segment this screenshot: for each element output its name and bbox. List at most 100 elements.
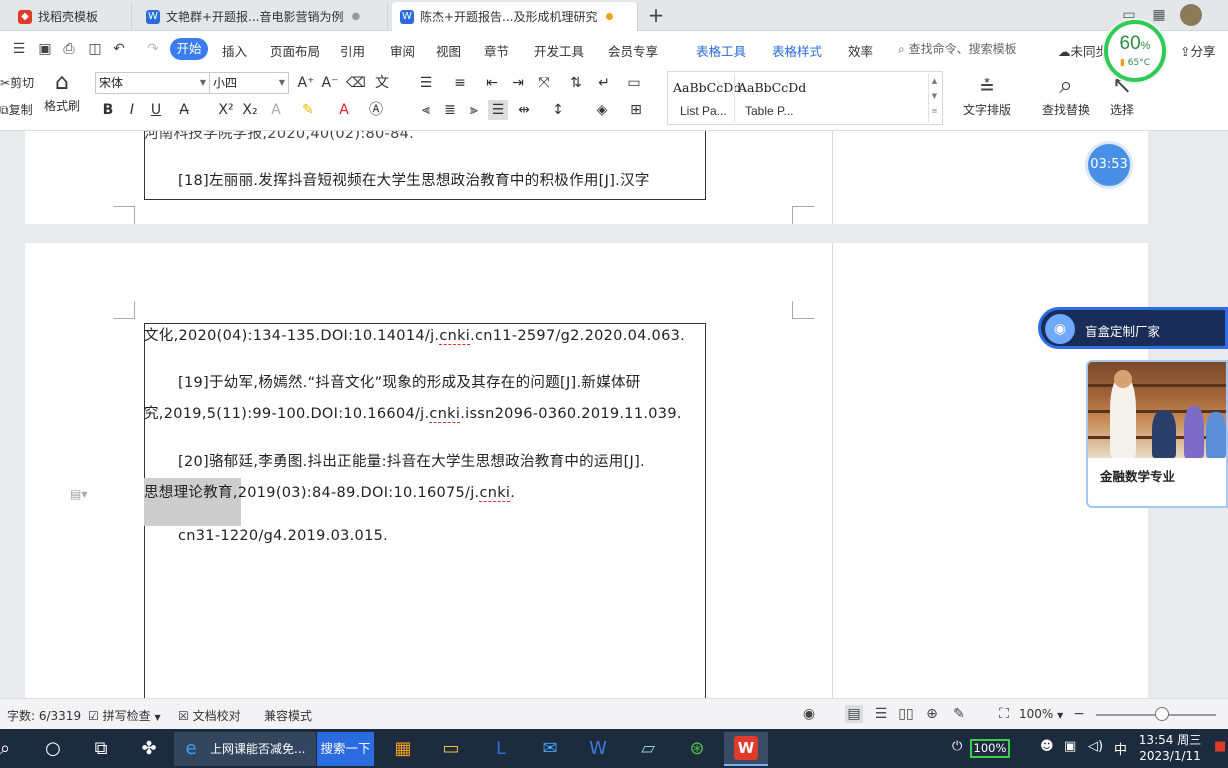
taskbar-wps-window[interactable]: W xyxy=(724,732,768,766)
save-icon[interactable]: ▣ xyxy=(36,40,54,58)
font-shrink-icon[interactable]: A⁻ xyxy=(320,73,340,93)
print-icon[interactable]: ⎙ xyxy=(60,40,78,58)
strikethrough-icon[interactable]: A̶ xyxy=(174,100,194,120)
word-count[interactable]: 字数: 6/3319 xyxy=(7,707,81,724)
clear-format-icon[interactable]: ⌫ xyxy=(346,73,366,93)
font-name-select[interactable]: 宋体 ▼ xyxy=(95,72,210,94)
menu-insert[interactable]: 插入 xyxy=(222,41,247,60)
battery-indicator[interactable]: 100% xyxy=(970,739,1010,758)
show-marks-icon[interactable]: ↵ xyxy=(594,73,614,93)
sync-status[interactable]: ☁未同步 xyxy=(1058,41,1108,60)
taskbar-search-button[interactable]: 搜索一下 xyxy=(317,732,374,766)
word-icon[interactable]: W xyxy=(585,736,611,762)
new-tab-button[interactable]: + xyxy=(644,5,668,27)
undo-icon[interactable]: ↶ xyxy=(110,40,128,58)
task-view-icon[interactable]: ⧉ xyxy=(88,736,114,762)
italic-icon[interactable]: I xyxy=(122,100,142,120)
app-l-icon[interactable]: L xyxy=(488,736,514,762)
reading-view-icon[interactable]: ▯▯ xyxy=(897,705,915,723)
close-icon[interactable]: ● xyxy=(352,11,361,22)
font-color-icon[interactable]: A xyxy=(334,100,354,120)
search-icon[interactable]: ⌕ xyxy=(0,736,18,762)
tray-network-icon[interactable]: ▣ xyxy=(1064,739,1076,754)
text-layout-button[interactable]: ⩮ 文字排版 xyxy=(958,69,1016,118)
style-table-paragraph[interactable]: AaBbCcDd Table P... xyxy=(734,74,806,122)
browser-360-icon[interactable]: ⊛ xyxy=(684,736,710,762)
font-grow-icon[interactable]: A⁺ xyxy=(296,73,316,93)
document-canvas[interactable]: 河南科技学院学报,2020,40(02):80-84. [18]左丽丽.发挥抖音… xyxy=(0,131,1228,698)
command-search[interactable]: ⌕ 查找命令、搜索模板 xyxy=(898,40,1017,57)
zoom-out-icon[interactable]: − xyxy=(1070,705,1088,723)
power-plug-icon[interactable]: ⏻ xyxy=(952,739,962,754)
align-left-icon[interactable]: ⫷ xyxy=(416,100,436,120)
menu-page-layout[interactable]: 页面布局 xyxy=(270,41,320,60)
cut-button[interactable]: ✂剪切 xyxy=(0,74,34,91)
menu-review[interactable]: 审阅 xyxy=(390,41,415,60)
fit-page-icon[interactable]: ⛶ xyxy=(995,705,1013,723)
menu-chapter[interactable]: 章节 xyxy=(484,41,509,60)
superscript-icon[interactable]: X² xyxy=(216,100,236,120)
line-spacing-icon[interactable]: ↕ xyxy=(548,100,568,120)
apps-grid-icon[interactable]: ▦ xyxy=(1150,6,1168,24)
menu-view[interactable]: 视图 xyxy=(436,41,461,60)
style-list-paragraph[interactable]: AaBbCcDd List Pa... xyxy=(670,74,741,122)
cortana-icon[interactable]: ○ xyxy=(40,736,66,762)
doc-proof-button[interactable]: ☒ 文档校对 xyxy=(178,707,241,724)
decrease-indent-icon[interactable]: ⇤ xyxy=(482,73,502,93)
menu-table-tools[interactable]: 表格工具 xyxy=(696,41,746,60)
ruler-icon[interactable]: ▭ xyxy=(624,73,644,93)
shading-icon[interactable]: ◈ xyxy=(592,100,612,120)
web-view-icon[interactable]: ⊕ xyxy=(923,705,941,723)
paragraph-handle-icon[interactable]: ▤▾ xyxy=(70,487,87,501)
ad-card[interactable]: 金融数学专业 xyxy=(1086,360,1228,508)
pen-icon[interactable]: ✎ xyxy=(950,705,968,723)
tab-docer-templates[interactable]: ◆ 找稻壳模板 xyxy=(10,2,132,31)
tray-bear-icon[interactable]: ☻ xyxy=(1040,739,1054,754)
distributed-align-icon[interactable]: ⇹ xyxy=(514,100,534,120)
borders-icon[interactable]: ⊞ xyxy=(626,100,646,120)
volume-icon[interactable]: ◁) xyxy=(1088,739,1103,754)
outline-view-icon[interactable]: ☰ xyxy=(872,705,890,723)
store-icon[interactable]: ▦ xyxy=(390,736,416,762)
menu-start[interactable]: 开始 xyxy=(170,38,208,60)
share-button[interactable]: ⇪分享 xyxy=(1180,41,1216,60)
bullet-list-icon[interactable]: ☰ xyxy=(416,73,436,93)
redo-icon[interactable]: ↷ xyxy=(144,40,162,58)
taskbar-ie-window[interactable]: e 上网课能否减免... xyxy=(174,732,316,766)
subscript-icon[interactable]: X₂ xyxy=(240,100,260,120)
page-view-icon[interactable]: ▤ xyxy=(845,705,863,723)
print-preview-icon[interactable]: ◫ xyxy=(86,40,104,58)
char-border-icon[interactable]: Ⓐ xyxy=(366,100,386,120)
menu-table-style[interactable]: 表格样式 xyxy=(772,41,822,60)
eye-icon[interactable]: ◉ xyxy=(800,705,818,723)
numbered-list-icon[interactable]: ≡ xyxy=(450,73,470,93)
pinwheel-app-icon[interactable]: ✤ xyxy=(136,736,162,762)
align-right-icon[interactable]: ⫸ xyxy=(464,100,484,120)
spell-check-button[interactable]: ☑ 拼写检查 ▼ xyxy=(88,707,161,724)
format-painter-button[interactable]: ⌂ 格式刷 xyxy=(43,69,81,114)
ad-banner[interactable]: ◉ 盲盒定制厂家 xyxy=(1038,307,1228,349)
ime-indicator[interactable]: 中 xyxy=(1114,739,1127,758)
tab-doc-chenjie[interactable]: W 陈杰+开题报告...及形成机理研究 xyxy=(392,2,638,31)
bold-icon[interactable]: B xyxy=(98,100,118,120)
notes-icon[interactable]: ▱ xyxy=(635,736,661,762)
notification-icon[interactable]: ■ xyxy=(1214,739,1226,754)
menu-developer[interactable]: 开发工具 xyxy=(534,41,584,60)
timer-badge[interactable]: 03:53 xyxy=(1085,141,1133,189)
text-effect-icon[interactable]: A xyxy=(266,100,286,120)
system-clock[interactable]: 13:54 周三 2023/1/11 xyxy=(1138,732,1202,764)
copy-button[interactable]: ⧉复制 xyxy=(0,101,33,118)
underline-icon[interactable]: U xyxy=(146,100,166,120)
mail-icon[interactable]: ✉ xyxy=(537,736,563,762)
zoom-select[interactable]: 100% ▼ xyxy=(1019,707,1063,721)
font-size-select[interactable]: 小四 ▼ xyxy=(209,72,289,94)
justify-icon[interactable]: ☰ xyxy=(488,100,508,120)
style-scroll[interactable]: ▲ ▼ ≡ xyxy=(928,74,940,122)
chinese-layout-icon[interactable]: ⤧ xyxy=(534,73,554,93)
menu-member[interactable]: 会员专享 xyxy=(608,41,658,60)
highlight-icon[interactable]: ✎ xyxy=(298,100,318,120)
tab-doc-wenyanqun[interactable]: W 文艳群+开题报...音电影营销为例 ● xyxy=(138,2,388,31)
find-replace-button[interactable]: ⌕ 查找替换 xyxy=(1036,69,1096,118)
performance-monitor[interactable]: 60% ▮ 65°C xyxy=(1104,20,1166,82)
align-center-icon[interactable]: ≣ xyxy=(440,100,460,120)
